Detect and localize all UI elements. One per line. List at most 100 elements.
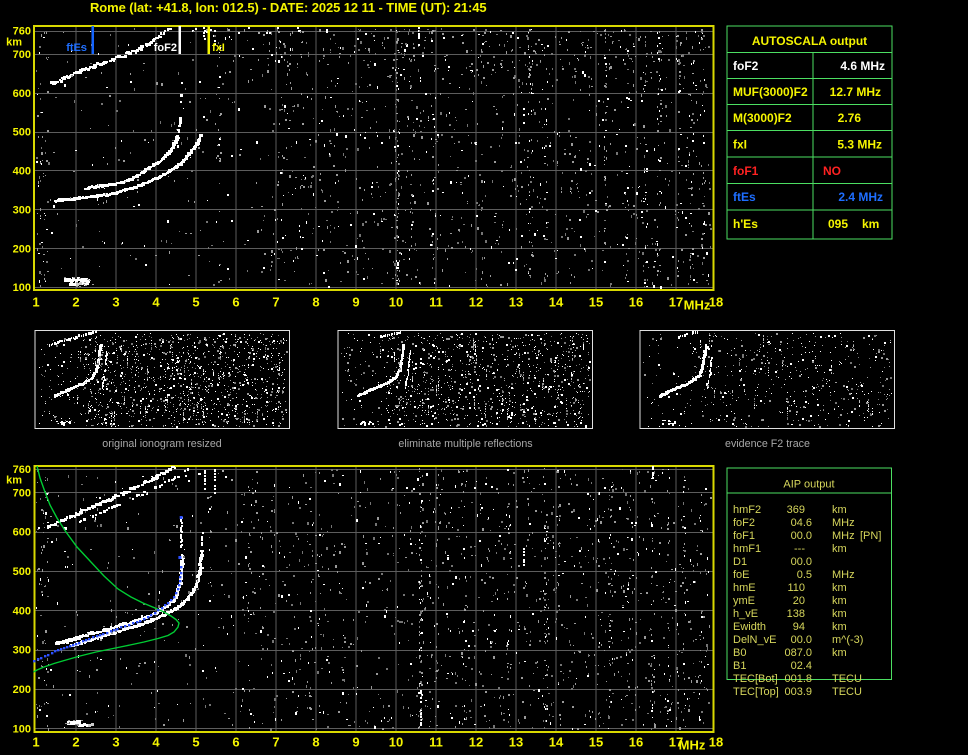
svg-text:km: km <box>832 595 847 607</box>
svg-text:M(3000)F2: M(3000)F2 <box>733 111 792 125</box>
svg-text:04.6: 04.6 <box>791 517 812 529</box>
svg-text:11: 11 <box>429 735 443 750</box>
svg-text:600: 600 <box>13 88 31 100</box>
svg-text:B0: B0 <box>733 647 746 659</box>
svg-text:1: 1 <box>32 735 39 750</box>
svg-text:12.7 MHz: 12.7 MHz <box>830 85 881 99</box>
svg-text:[PN]: [PN] <box>860 530 881 542</box>
svg-text:km: km <box>832 543 847 555</box>
svg-text:8: 8 <box>312 735 319 750</box>
svg-text:00.0: 00.0 <box>791 556 812 568</box>
svg-text:15: 15 <box>589 295 603 310</box>
svg-text:15: 15 <box>589 735 603 750</box>
svg-text:16: 16 <box>629 295 643 310</box>
svg-text:20: 20 <box>793 595 805 607</box>
svg-text:D1: D1 <box>733 556 747 568</box>
svg-text:003.9: 003.9 <box>784 686 812 698</box>
svg-text:6: 6 <box>232 735 239 750</box>
svg-text:TECU: TECU <box>832 673 862 685</box>
svg-text:300: 300 <box>13 204 31 216</box>
svg-text:087.0: 087.0 <box>784 647 812 659</box>
svg-text:2.76: 2.76 <box>838 111 862 125</box>
svg-text:km: km <box>862 217 879 231</box>
svg-text:MUF(3000)F2: MUF(3000)F2 <box>733 85 808 99</box>
svg-text:foF1: foF1 <box>733 530 755 542</box>
svg-text:10: 10 <box>389 295 403 310</box>
svg-text:0.5: 0.5 <box>797 569 812 581</box>
svg-text:18: 18 <box>709 735 723 750</box>
svg-text:700: 700 <box>13 49 31 61</box>
svg-text:5.3 MHz: 5.3 MHz <box>837 138 882 152</box>
svg-text:3: 3 <box>112 735 119 750</box>
svg-text:500: 500 <box>13 127 31 139</box>
svg-text:5: 5 <box>192 295 199 310</box>
svg-text:6: 6 <box>232 295 239 310</box>
svg-text:14: 14 <box>549 735 564 750</box>
svg-text:---: --- <box>794 543 805 555</box>
svg-text:fxI: fxI <box>212 42 225 54</box>
svg-text:1: 1 <box>32 295 39 310</box>
svg-text:02.4: 02.4 <box>791 660 812 672</box>
svg-text:13: 13 <box>509 295 523 310</box>
svg-text:5: 5 <box>192 735 199 750</box>
svg-text:7: 7 <box>272 735 279 750</box>
svg-text:ftEs: ftEs <box>66 42 87 54</box>
svg-text:700: 700 <box>13 487 31 499</box>
svg-text:TECU: TECU <box>832 686 862 698</box>
svg-text:AIP output: AIP output <box>783 479 834 491</box>
svg-text:TEC[Top]: TEC[Top] <box>733 686 779 698</box>
svg-text:foF1: foF1 <box>733 164 759 178</box>
svg-text:m^(-3): m^(-3) <box>832 634 863 646</box>
svg-text:2: 2 <box>72 735 79 750</box>
svg-text:11: 11 <box>429 295 443 310</box>
svg-text:km: km <box>6 474 22 486</box>
svg-text:MHz: MHz <box>832 569 855 581</box>
svg-text:fxI: fxI <box>733 138 747 152</box>
svg-text:500: 500 <box>13 566 31 578</box>
svg-text:12: 12 <box>469 295 483 310</box>
svg-text:MHz: MHz <box>679 738 706 753</box>
svg-text:4.6 MHz: 4.6 MHz <box>840 59 885 73</box>
svg-text:400: 400 <box>13 166 31 178</box>
svg-text:600: 600 <box>13 527 31 539</box>
svg-text:h_vE: h_vE <box>733 608 758 620</box>
svg-text:100: 100 <box>13 723 31 735</box>
svg-text:2: 2 <box>72 295 79 310</box>
svg-text:MHz: MHz <box>832 517 855 529</box>
svg-text:001.8: 001.8 <box>784 673 812 685</box>
svg-text:AUTOSCALA output: AUTOSCALA output <box>752 34 867 48</box>
svg-text:2.4 MHz: 2.4 MHz <box>838 190 883 204</box>
svg-text:eliminate multiple reflections: eliminate multiple reflections <box>398 438 532 450</box>
svg-text:138: 138 <box>787 608 805 620</box>
svg-text:16: 16 <box>629 735 643 750</box>
svg-text:Rome (lat: +41.8, lon: 012.5): Rome (lat: +41.8, lon: 012.5) - DATE: 20… <box>90 0 487 15</box>
svg-text:MHz: MHz <box>832 530 855 542</box>
svg-text:km: km <box>6 36 22 48</box>
svg-text:evidence F2 trace: evidence F2 trace <box>725 438 810 450</box>
svg-text:foF2: foF2 <box>154 42 177 54</box>
svg-text:foF2: foF2 <box>733 517 755 529</box>
svg-text:4: 4 <box>152 735 160 750</box>
svg-text:095: 095 <box>828 217 848 231</box>
svg-text:4: 4 <box>152 295 160 310</box>
svg-text:13: 13 <box>509 735 523 750</box>
svg-text:200: 200 <box>13 243 31 255</box>
svg-text:200: 200 <box>13 684 31 696</box>
svg-text:km: km <box>832 608 847 620</box>
svg-text:ymE: ymE <box>733 595 755 607</box>
svg-text:10: 10 <box>389 735 403 750</box>
svg-text:h'Es: h'Es <box>733 217 758 231</box>
svg-text:original ionogram resized: original ionogram resized <box>102 438 221 450</box>
svg-text:km: km <box>832 647 847 659</box>
svg-text:hmF1: hmF1 <box>733 543 761 555</box>
svg-text:ftEs: ftEs <box>733 190 756 204</box>
svg-text:7: 7 <box>272 295 279 310</box>
svg-text:km: km <box>832 504 847 516</box>
svg-text:00.0: 00.0 <box>791 634 812 646</box>
svg-text:hmE: hmE <box>733 582 756 594</box>
svg-text:9: 9 <box>352 735 359 750</box>
svg-text:369: 369 <box>787 504 805 516</box>
svg-text:300: 300 <box>13 645 31 657</box>
svg-text:17: 17 <box>669 295 683 310</box>
svg-text:NO: NO <box>823 164 841 178</box>
